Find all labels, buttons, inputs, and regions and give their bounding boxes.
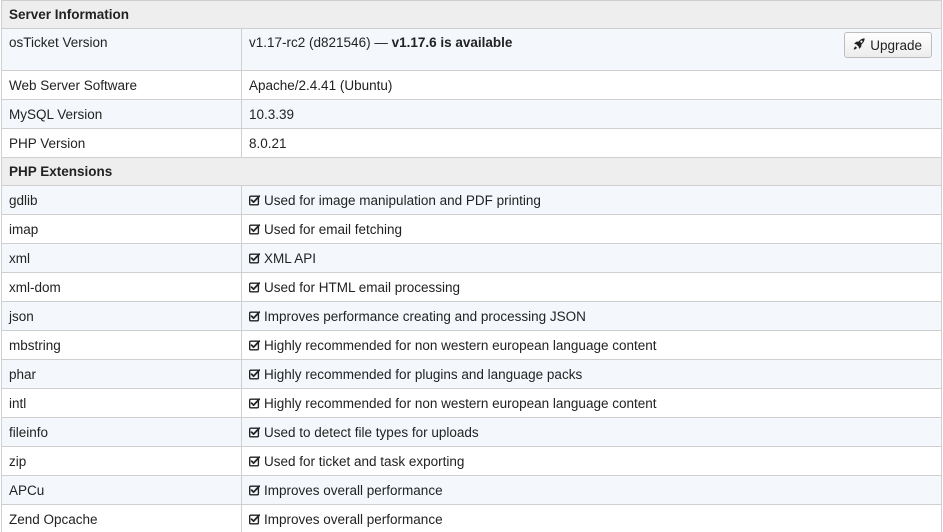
row-label: PHP Version <box>1 128 242 158</box>
check-square-icon <box>249 426 261 438</box>
check-square-icon <box>249 397 261 409</box>
check-square-icon <box>249 513 261 525</box>
check-square-icon <box>249 368 261 380</box>
table-row: mbstring Highly recommended for non west… <box>1 330 942 360</box>
extension-description-cell: Improves overall performance <box>241 504 942 532</box>
extension-description: Highly recommended for non western europ… <box>264 395 657 411</box>
extension-description: Improves performance creating and proces… <box>264 308 586 324</box>
table-row: APCu Improves overall performance <box>1 475 942 505</box>
table-row: gdlib Used for image manipulation and PD… <box>1 185 942 215</box>
extension-name: phar <box>1 359 242 389</box>
extension-description: Used to detect file types for uploads <box>264 424 479 440</box>
extension-description: Used for email fetching <box>264 221 403 237</box>
table-row: Web Server Software Apache/2.4.41 (Ubunt… <box>1 70 942 100</box>
extension-description-cell: Highly recommended for non western europ… <box>241 330 942 360</box>
table-row: fileinfo Used to detect file types for u… <box>1 417 942 447</box>
extension-name: Zend Opcache <box>1 504 242 532</box>
extension-description-cell: Used for ticket and task exporting <box>241 446 942 476</box>
row-value: 10.3.39 <box>241 99 942 129</box>
check-square-icon <box>249 194 261 206</box>
table-row: PHP Version 8.0.21 <box>1 128 942 158</box>
table-row: imap Used for email fetching <box>1 214 942 244</box>
extension-description: Used for HTML email processing <box>264 279 461 295</box>
extension-description: Improves overall performance <box>264 511 443 527</box>
extension-name: mbstring <box>1 330 242 360</box>
server-info-header-row: Server Information <box>1 0 942 29</box>
table-row: intl Highly recommended for non western … <box>1 388 942 418</box>
check-square-icon <box>249 223 261 235</box>
extension-name: json <box>1 301 242 331</box>
row-value: Apache/2.4.41 (Ubuntu) <box>241 70 942 100</box>
extension-description: Improves overall performance <box>264 482 443 498</box>
check-square-icon <box>249 339 261 351</box>
upgrade-button[interactable]: Upgrade <box>844 32 932 58</box>
check-square-icon <box>249 252 261 264</box>
row-label: osTicket Version <box>1 28 242 71</box>
check-square-icon <box>249 484 261 496</box>
extension-description: XML API <box>264 250 317 266</box>
extension-description-cell: XML API <box>241 243 942 273</box>
extension-description-cell: Highly recommended for non western europ… <box>241 388 942 418</box>
extension-description-cell: Improves overall performance <box>241 475 942 505</box>
check-square-icon <box>249 310 261 322</box>
table-row: osTicket Version v1.17-rc2 (d821546) — v… <box>1 28 942 71</box>
extension-description-cell: Highly recommended for plugins and langu… <box>241 359 942 389</box>
extension-description-cell: Used for email fetching <box>241 214 942 244</box>
check-square-icon <box>249 455 261 467</box>
php-extensions-header-row: PHP Extensions <box>1 157 942 186</box>
table-row: xml XML API <box>1 243 942 273</box>
extension-name: APCu <box>1 475 242 505</box>
current-version-text: v1.17-rc2 (d821546) — <box>249 35 392 50</box>
extension-name: imap <box>1 214 242 244</box>
extension-name: intl <box>1 388 242 418</box>
table-row: xml-dom Used for HTML email processing <box>1 272 942 302</box>
extension-description: Highly recommended for non western europ… <box>264 337 657 353</box>
upgrade-button-label: Upgrade <box>870 37 922 53</box>
table-row: MySQL Version 10.3.39 <box>1 99 942 129</box>
row-value: 8.0.21 <box>241 128 942 158</box>
extension-name: xml <box>1 243 242 273</box>
extension-description-cell: Improves performance creating and proces… <box>241 301 942 331</box>
extension-description-cell: Used for image manipulation and PDF prin… <box>241 185 942 215</box>
table-row: phar Highly recommended for plugins and … <box>1 359 942 389</box>
available-version-text: v1.17.6 is available <box>391 35 513 50</box>
extension-description: Highly recommended for plugins and langu… <box>264 366 583 382</box>
system-info-table: Server Information osTicket Version v1.1… <box>1 0 942 532</box>
row-label: Web Server Software <box>1 70 242 100</box>
table-row: Zend Opcache Improves overall performanc… <box>1 504 942 532</box>
php-extensions-heading: PHP Extensions <box>1 157 942 186</box>
table-row: zip Used for ticket and task exporting <box>1 446 942 476</box>
extension-description: Used for image manipulation and PDF prin… <box>264 192 541 208</box>
row-value: v1.17-rc2 (d821546) — v1.17.6 is availab… <box>241 28 942 71</box>
extension-name: xml-dom <box>1 272 242 302</box>
row-label: MySQL Version <box>1 99 242 129</box>
php-extensions-body: gdlib Used for image manipulation and PD… <box>1 185 942 532</box>
extension-name: zip <box>1 446 242 476</box>
extension-description-cell: Used to detect file types for uploads <box>241 417 942 447</box>
check-square-icon <box>249 281 261 293</box>
extension-description: Used for ticket and task exporting <box>264 453 465 469</box>
table-row: json Improves performance creating and p… <box>1 301 942 331</box>
extension-description-cell: Used for HTML email processing <box>241 272 942 302</box>
rocket-icon <box>853 37 865 53</box>
extension-name: gdlib <box>1 185 242 215</box>
server-info-heading: Server Information <box>1 0 942 29</box>
extension-name: fileinfo <box>1 417 242 447</box>
